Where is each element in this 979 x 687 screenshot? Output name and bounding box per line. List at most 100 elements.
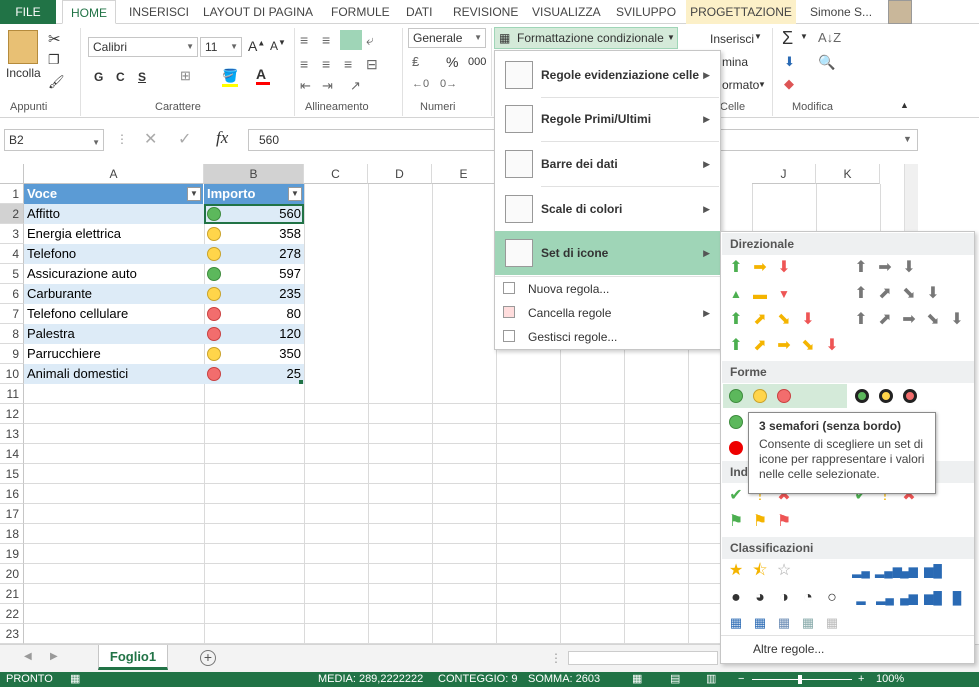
horizontal-scrollbar[interactable] bbox=[568, 651, 718, 665]
row-header[interactable]: 15 bbox=[0, 464, 24, 484]
insert-cells-button[interactable]: Inserisci bbox=[710, 32, 754, 46]
cell-voce[interactable]: Telefono bbox=[24, 244, 204, 264]
row-header[interactable]: 4 bbox=[0, 244, 24, 264]
font-name-select[interactable]: Calibri ▼ bbox=[88, 37, 198, 57]
zoom-slider[interactable] bbox=[752, 679, 852, 680]
cell-voce[interactable]: Carburante bbox=[24, 284, 204, 304]
italic-button[interactable]: C bbox=[116, 70, 125, 84]
conditional-formatting-button[interactable]: ▦ Formattazione condizionale ▼ bbox=[494, 27, 678, 49]
row-header[interactable]: 7 bbox=[0, 304, 24, 324]
insert-function-button[interactable]: fx bbox=[216, 128, 228, 148]
menu-item-icon-sets[interactable]: Set di icone ▶ bbox=[495, 231, 720, 275]
select-all-corner[interactable] bbox=[0, 164, 24, 184]
row-header[interactable]: 18 bbox=[0, 524, 24, 544]
row-header[interactable]: 14 bbox=[0, 444, 24, 464]
name-box[interactable]: B2 ▼ bbox=[4, 129, 104, 151]
tab-file[interactable]: FILE bbox=[0, 0, 56, 24]
row-header[interactable]: 6 bbox=[0, 284, 24, 304]
normal-view-icon[interactable]: ▦ bbox=[632, 672, 642, 687]
column-header-j[interactable]: J bbox=[752, 164, 816, 184]
tab-view[interactable]: VISUALIZZA bbox=[532, 0, 601, 24]
collapse-ribbon-icon[interactable]: ▲ bbox=[900, 100, 909, 110]
decrease-indent-icon[interactable]: ⇤ bbox=[300, 78, 311, 94]
align-middle-icon[interactable]: ≡ bbox=[322, 32, 330, 48]
font-size-select[interactable]: 11 ▼ bbox=[200, 37, 242, 57]
menu-item-new-rule[interactable]: Nuova regola... bbox=[495, 280, 720, 302]
paste-button[interactable]: Incolla bbox=[6, 66, 41, 80]
row-header[interactable]: 16 bbox=[0, 484, 24, 504]
cell-voce[interactable]: Assicurazione auto bbox=[24, 264, 204, 284]
table-resize-handle[interactable] bbox=[299, 380, 303, 384]
align-right-icon[interactable]: ≡ bbox=[344, 56, 352, 72]
wrap-text-icon[interactable]: ⤶ bbox=[366, 32, 374, 49]
page-layout-view-icon[interactable]: ▤ bbox=[670, 672, 680, 687]
icon-set-3-traffic-lights-unrimmed[interactable] bbox=[723, 384, 847, 408]
grow-font-icon[interactable]: A▲ bbox=[248, 38, 265, 54]
format-painter-icon[interactable]: 🖌 bbox=[48, 74, 65, 90]
tab-data[interactable]: DATI bbox=[406, 0, 432, 24]
autosum-button[interactable]: Σ bbox=[782, 28, 793, 49]
zoom-slider-thumb[interactable] bbox=[798, 675, 802, 684]
row-header[interactable]: 1 bbox=[0, 184, 24, 204]
bold-button[interactable]: G bbox=[94, 70, 103, 84]
increase-indent-icon[interactable]: ⇥ bbox=[322, 78, 333, 94]
tab-page-layout[interactable]: LAYOUT DI PAGINA bbox=[203, 0, 313, 24]
number-format-select[interactable]: Generale ▼ bbox=[408, 28, 486, 48]
row-header[interactable]: 21 bbox=[0, 584, 24, 604]
column-header-c[interactable]: C bbox=[304, 164, 368, 184]
green-circle-icon[interactable] bbox=[729, 415, 743, 429]
column-header-d[interactable]: D bbox=[368, 164, 432, 184]
next-sheet-icon[interactable]: ▶ bbox=[50, 651, 58, 662]
row-header[interactable]: 12 bbox=[0, 404, 24, 424]
cell-voce[interactable]: Parrucchiere bbox=[24, 344, 204, 364]
paste-icon[interactable] bbox=[8, 30, 38, 64]
sort-filter-icon[interactable]: A↓Z bbox=[818, 30, 841, 45]
orientation-icon[interactable]: ↗ bbox=[350, 78, 361, 94]
decrease-decimal-icon[interactable]: 0→ bbox=[440, 78, 457, 90]
zoom-level[interactable]: 100% bbox=[876, 672, 904, 687]
avatar[interactable] bbox=[888, 0, 912, 24]
align-top-icon[interactable]: ≡ bbox=[300, 32, 308, 48]
menu-item-clear-rules[interactable]: Cancella regole ▶ bbox=[495, 304, 720, 326]
row-header[interactable]: 11 bbox=[0, 384, 24, 404]
row-header[interactable]: 9 bbox=[0, 344, 24, 364]
tab-design[interactable]: PROGETTAZIONE bbox=[686, 0, 796, 24]
zoom-in-icon[interactable]: + bbox=[858, 672, 864, 687]
cell-voce[interactable]: Palestra bbox=[24, 324, 204, 344]
fill-icon[interactable]: ⬇ bbox=[784, 54, 795, 70]
filter-dropdown-icon[interactable]: ▼ bbox=[288, 187, 302, 201]
increase-decimal-icon[interactable]: ←0 bbox=[412, 78, 429, 90]
row-header[interactable]: 23 bbox=[0, 624, 24, 644]
format-cells-button[interactable]: ormato bbox=[722, 78, 759, 92]
sheet-tab-foglio1[interactable]: Foglio1 bbox=[98, 645, 168, 670]
clear-icon[interactable]: ◆ bbox=[784, 76, 794, 92]
font-color-icon[interactable]: A bbox=[256, 66, 270, 85]
cancel-icon[interactable]: ✕ bbox=[144, 129, 157, 149]
underline-button[interactable]: S bbox=[138, 70, 146, 84]
filter-dropdown-icon[interactable]: ▼ bbox=[187, 187, 201, 201]
cell-voce[interactable]: Animali domestici bbox=[24, 364, 204, 384]
row-header[interactable]: 19 bbox=[0, 544, 24, 564]
menu-item-color-scales[interactable]: Scale di colori ▶ bbox=[495, 187, 720, 231]
percent-button[interactable]: % bbox=[446, 54, 458, 70]
row-header[interactable]: 22 bbox=[0, 604, 24, 624]
row-header[interactable]: 13 bbox=[0, 424, 24, 444]
row-header[interactable]: 2 bbox=[0, 204, 24, 224]
icon-set-3-traffic-lights-rimmed[interactable] bbox=[851, 384, 941, 408]
prev-sheet-icon[interactable]: ◀ bbox=[24, 651, 32, 662]
column-header-e[interactable]: E bbox=[432, 164, 496, 184]
red-diamond-icon[interactable] bbox=[729, 441, 743, 455]
zoom-out-icon[interactable]: − bbox=[738, 672, 744, 687]
enter-icon[interactable]: ✓ bbox=[178, 129, 191, 149]
tab-review[interactable]: REVISIONE bbox=[453, 0, 518, 24]
row-header[interactable]: 20 bbox=[0, 564, 24, 584]
fill-color-icon[interactable]: 🪣 bbox=[222, 68, 238, 87]
menu-item-top-bottom-rules[interactable]: Regole Primi/Ultimi ▶ bbox=[495, 98, 720, 142]
row-header[interactable]: 5 bbox=[0, 264, 24, 284]
tab-formulas[interactable]: FORMULE bbox=[331, 0, 390, 24]
find-select-icon[interactable]: 🔍 bbox=[818, 54, 835, 71]
add-sheet-icon[interactable]: + bbox=[200, 650, 216, 666]
row-header[interactable]: 10 bbox=[0, 364, 24, 384]
macro-record-icon[interactable]: ▦ bbox=[70, 672, 80, 687]
expand-formula-icon[interactable]: ▼ bbox=[903, 134, 912, 144]
